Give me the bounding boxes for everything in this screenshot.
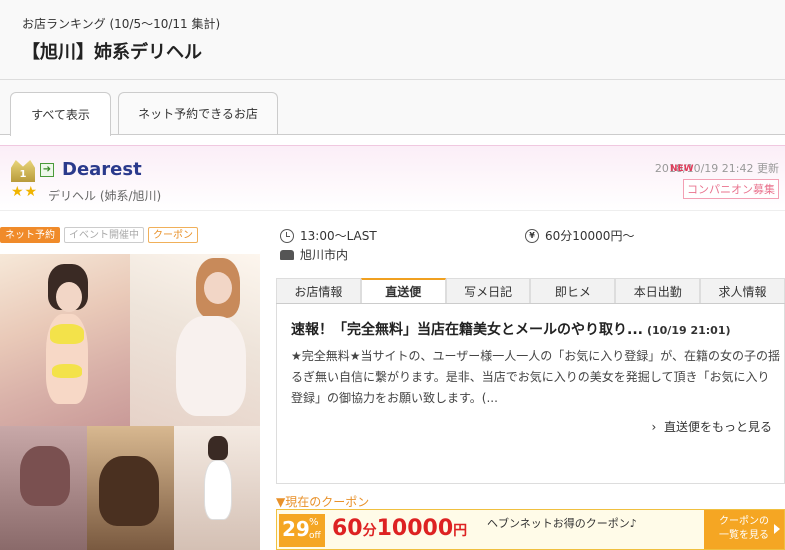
page-header: お店ランキング (10/5〜10/11 集計) 【旭川】姉系デリヘル — [0, 0, 785, 80]
coupon-badge: クーポン — [148, 227, 198, 243]
ranking-period: お店ランキング (10/5〜10/11 集計) — [22, 17, 221, 31]
coupon-button-line2: 一覧を見る — [719, 530, 769, 541]
post-body: ★完全無料★当サイトの、ユーザー様一人一人の「お気に入り登録」が、在籍の女の子の… — [291, 349, 781, 405]
companion-recruit-link[interactable]: コンパニオン募集 — [683, 179, 779, 199]
coupon-banner[interactable]: 29 % off 60分10000円 ヘブンネットお得のクーポン♪ クーポンの … — [276, 509, 785, 550]
tab-net-reservation[interactable]: ネット予約できるお店 — [118, 92, 278, 134]
price-info: ¥ 60分10000円〜 — [525, 227, 634, 244]
area-text: 旭川市内 — [300, 248, 349, 262]
hours-text: 13:00〜LAST — [300, 229, 377, 243]
star-rating-icon: ★★ — [11, 184, 39, 200]
percent-sign: % — [309, 517, 319, 528]
area-info: 旭川市内 — [280, 246, 348, 263]
direct-mail-panel: 速報！「完全無料」当店在籍美女とメールのやり取り... (10/19 21:01)… — [276, 304, 785, 484]
coupon-button-line1: クーポンの — [719, 516, 769, 527]
page-title: 【旭川】姉系デリヘル — [22, 42, 202, 63]
tab-direct-mail[interactable]: 直送便 — [360, 278, 446, 303]
girl-photo-3[interactable] — [0, 426, 87, 550]
new-badge: NEW — [670, 164, 694, 174]
coupon-yen-unit: 円 — [453, 523, 468, 539]
main-tabs: すべて表示 ネット予約できるお店 — [0, 80, 785, 136]
play-arrow-icon — [774, 524, 780, 534]
shop-name-link[interactable]: Dearest — [62, 159, 142, 180]
coupon-price: 60分10000円 — [332, 516, 467, 541]
post-date: (10/19 21:01) — [646, 324, 731, 337]
price-text: 60分10000円〜 — [545, 229, 635, 243]
chevron-right-icon: › — [651, 420, 657, 434]
net-reservation-badge: ネット予約 — [0, 227, 60, 243]
tab-photo-diary[interactable]: 写メ日記 — [445, 278, 531, 303]
tab-today-shift[interactable]: 本日出勤 — [615, 278, 701, 303]
tab-shop-info[interactable]: お店情報 — [276, 278, 361, 303]
more-direct-mail-link[interactable]: › 直送便をもっと見る — [652, 418, 772, 435]
shop-sub-tabs: お店情報 直送便 写メ日記 即ヒメ 本日出勤 求人情報 — [276, 278, 785, 304]
girl-photo-4[interactable] — [87, 426, 174, 550]
girl-photo-5[interactable] — [174, 426, 260, 550]
girl-photo-1[interactable] — [0, 254, 130, 426]
post-title[interactable]: 速報！「完全無料」当店在籍美女とメールのやり取り... — [291, 322, 643, 338]
yen-icon: ¥ — [525, 228, 539, 243]
shop-header: 1 ➜ Dearest ★★ デリヘル (姉系/旭川) 2018/10/19 2… — [0, 145, 785, 211]
coupon-list-button[interactable]: クーポンの 一覧を見る — [704, 510, 784, 549]
enter-arrow-icon[interactable]: ➜ — [40, 163, 54, 177]
tab-job-info[interactable]: 求人情報 — [700, 278, 785, 303]
feature-badges: ネット予約 イベント開催中 クーポン — [0, 227, 198, 243]
coupon-description: ヘブンネットお得のクーポン♪ — [487, 517, 637, 530]
tab-instant-hime[interactable]: 即ヒメ — [530, 278, 616, 303]
coupon-amount: 10000 — [376, 516, 454, 541]
clock-icon — [280, 228, 294, 243]
post-title-line[interactable]: 速報！「完全無料」当店在籍美女とメールのやり取り... (10/19 21:01) — [291, 319, 731, 339]
business-hours: 13:00〜LAST — [280, 227, 377, 244]
discount-percent: 29 — [282, 517, 310, 541]
coupon-minutes: 60 — [332, 516, 363, 541]
off-label: off — [309, 531, 321, 541]
tab-show-all[interactable]: すべて表示 — [10, 92, 111, 136]
shop-category: デリヘル (姉系/旭川) — [48, 189, 162, 203]
coupon-minutes-unit: 分 — [362, 523, 377, 539]
more-link-label: 直送便をもっと見る — [663, 420, 772, 434]
current-coupon-label: ▼現在のクーポン — [276, 495, 370, 509]
girl-photo-2[interactable] — [130, 254, 260, 426]
car-icon — [280, 249, 294, 260]
discount-badge: 29 % off — [279, 514, 325, 547]
crown-rank-icon: 1 — [11, 160, 35, 182]
event-badge: イベント開催中 — [64, 227, 144, 243]
